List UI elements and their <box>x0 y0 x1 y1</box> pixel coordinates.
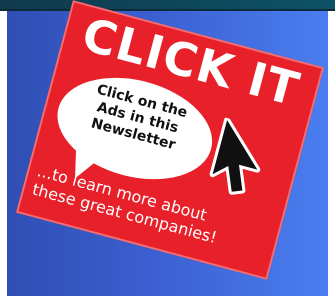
right-edge <box>328 11 335 296</box>
top-strip <box>0 0 335 9</box>
ad-frame: CLICK IT Click on the Ads in this Newsle… <box>0 0 335 296</box>
